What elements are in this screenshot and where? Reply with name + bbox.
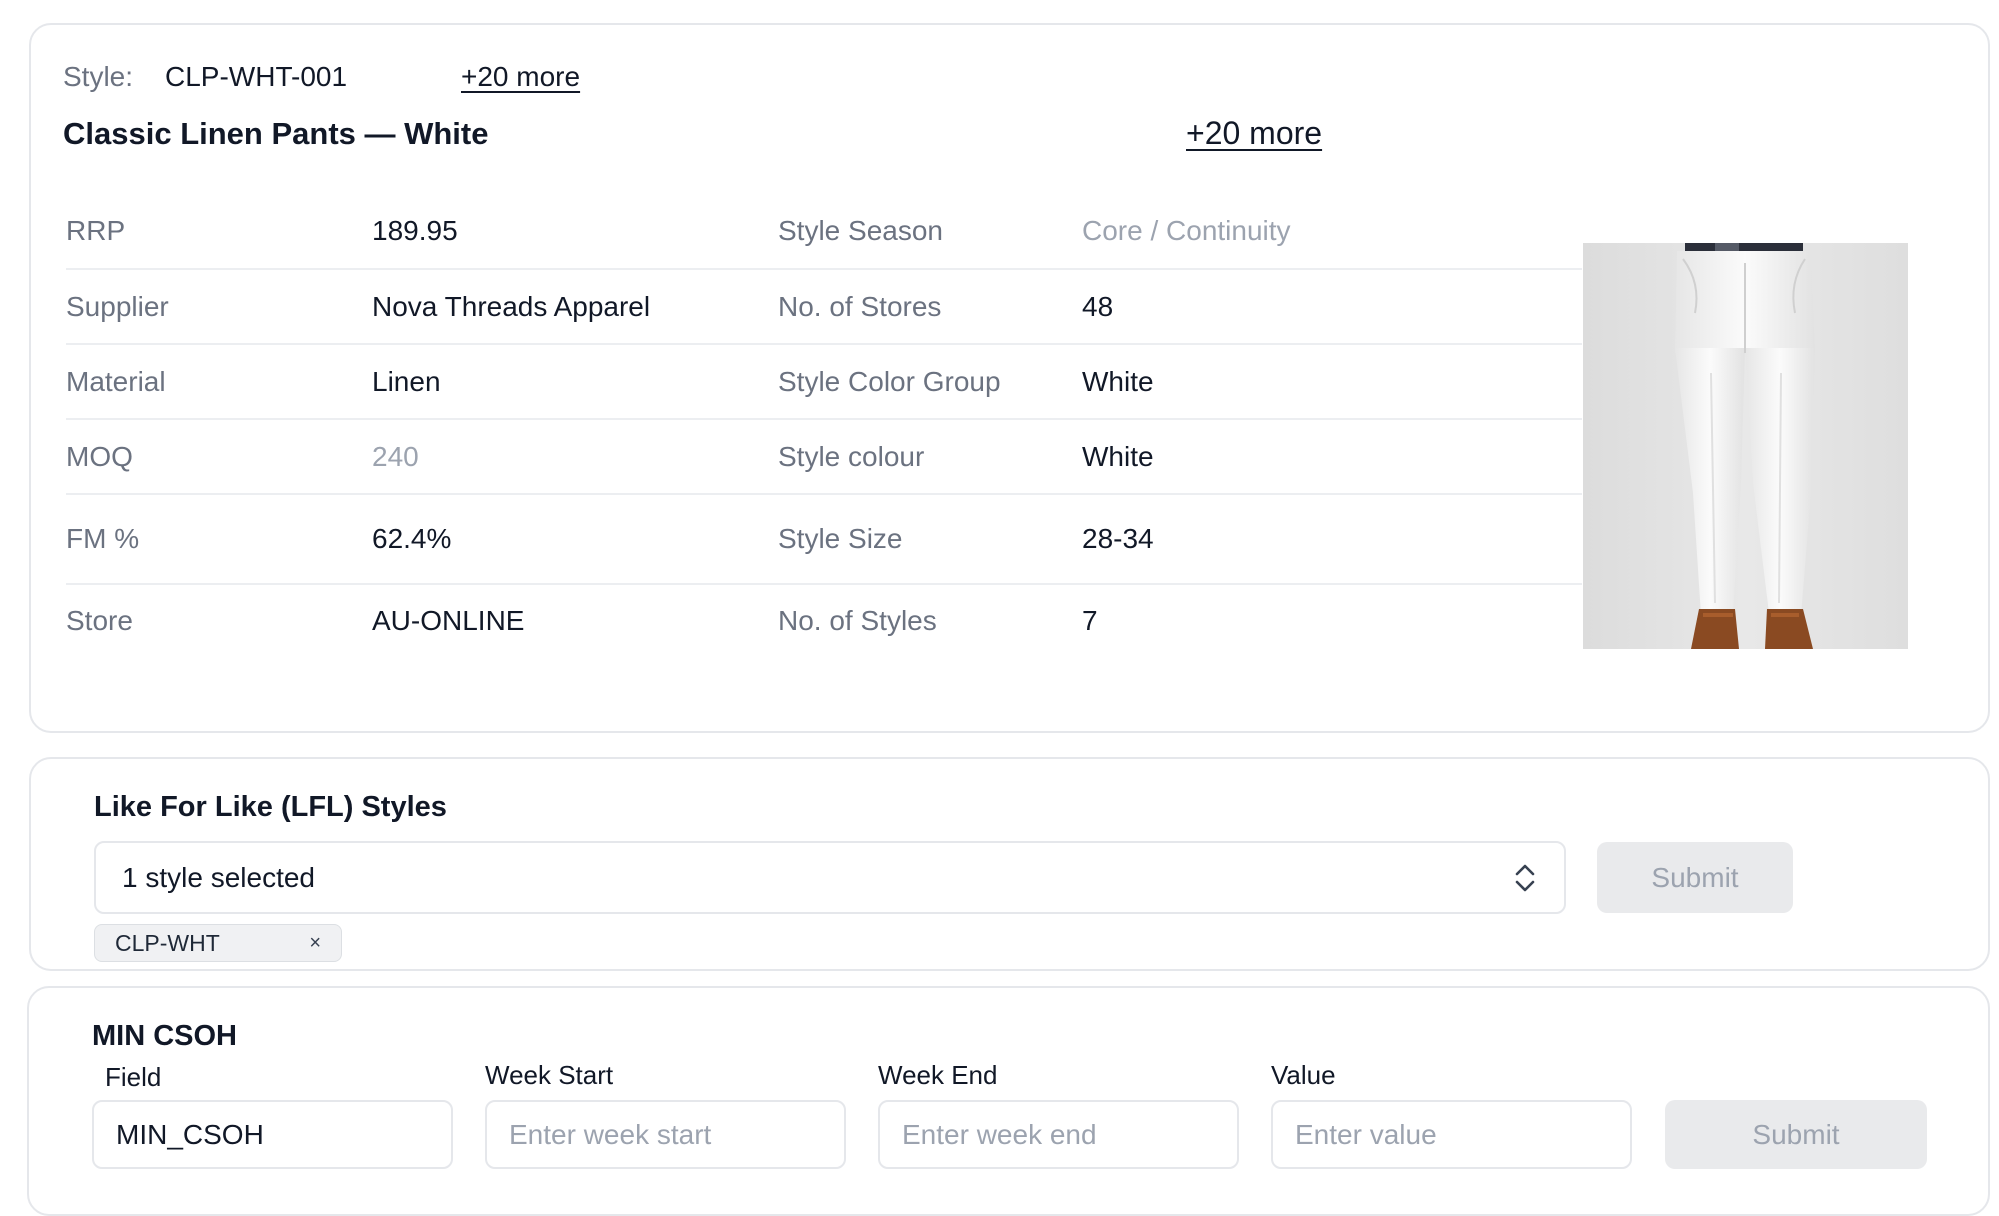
min-csoh-card: MIN CSOH Field Week Start Week End Value… bbox=[27, 986, 1990, 1216]
attr-label: No. of Stores bbox=[778, 290, 942, 322]
lfl-card: Like For Like (LFL) Styles 1 style selec… bbox=[29, 757, 1990, 971]
value-label: Value bbox=[1271, 1060, 1336, 1090]
pants-illustration bbox=[1583, 243, 1908, 649]
style-line: Style: CLP-WHT-001 +20 more bbox=[63, 61, 580, 93]
attr-label: Style Size bbox=[778, 523, 903, 554]
select-value: 1 style selected bbox=[122, 861, 315, 893]
lfl-submit-button[interactable]: Submit bbox=[1597, 842, 1793, 913]
attr-label: Material bbox=[66, 365, 166, 397]
attr-value: AU-ONLINE bbox=[372, 605, 525, 636]
attr-value: White bbox=[1082, 440, 1154, 472]
title-line: Classic Linen Pants — White +20 more bbox=[63, 115, 1363, 152]
week-start-label: Week Start bbox=[485, 1060, 614, 1090]
attr-label: Style Color Group bbox=[778, 365, 1001, 397]
style-code: CLP-WHT-001 bbox=[165, 61, 348, 92]
field-input[interactable] bbox=[92, 1100, 453, 1169]
attr-label: MOQ bbox=[66, 440, 133, 472]
attr-value: 28-34 bbox=[1082, 523, 1154, 554]
product-card: Style: CLP-WHT-001 +20 more Classic Line… bbox=[29, 23, 1990, 733]
lfl-style-select[interactable]: 1 style selected bbox=[94, 841, 1566, 914]
attr-label: Style colour bbox=[778, 440, 925, 472]
selected-style-chip: CLP-WHT × bbox=[94, 924, 342, 962]
attr-value: 48 bbox=[1082, 290, 1114, 322]
table-row: Store AU-ONLINE No. of Styles 7 bbox=[66, 585, 1582, 657]
chip-label: CLP-WHT bbox=[115, 929, 220, 956]
attr-label: Style Season bbox=[778, 214, 943, 246]
attr-label: Supplier bbox=[66, 290, 169, 322]
attr-value: 7 bbox=[1082, 605, 1098, 636]
close-icon[interactable]: × bbox=[309, 932, 321, 955]
attribute-table: RRP 189.95 Style Season Core / Continuit… bbox=[66, 193, 1582, 657]
attr-value: Nova Threads Apparel bbox=[372, 290, 651, 322]
value-input[interactable] bbox=[1271, 1100, 1632, 1169]
table-row: FM % 62.4% Style Size 28-34 bbox=[66, 495, 1582, 585]
attr-value: Linen bbox=[372, 365, 441, 397]
table-row: Supplier Nova Threads Apparel No. of Sto… bbox=[66, 270, 1582, 345]
week-start-input[interactable] bbox=[485, 1100, 846, 1169]
style-label: Style: bbox=[63, 61, 134, 92]
min-csoh-submit-button[interactable]: Submit bbox=[1665, 1100, 1927, 1169]
week-end-label: Week End bbox=[878, 1060, 998, 1090]
more-link-title[interactable]: +20 more bbox=[1186, 115, 1322, 152]
product-title: Classic Linen Pants — White bbox=[63, 116, 489, 151]
product-image bbox=[1583, 243, 1908, 649]
table-row: RRP 189.95 Style Season Core / Continuit… bbox=[66, 193, 1582, 270]
lfl-title: Like For Like (LFL) Styles bbox=[94, 791, 447, 823]
attr-value: 189.95 bbox=[372, 214, 458, 246]
field-label: Field bbox=[105, 1062, 162, 1092]
attr-label: RRP bbox=[66, 214, 126, 246]
attr-value: Core / Continuity bbox=[1082, 214, 1291, 246]
attr-label: Store bbox=[66, 605, 133, 636]
attr-value: 62.4% bbox=[372, 523, 452, 554]
attr-value: 240 bbox=[372, 440, 419, 472]
table-row: Material Linen Style Color Group White bbox=[66, 345, 1582, 420]
more-link-style[interactable]: +20 more bbox=[461, 61, 580, 93]
table-row: MOQ 240 Style colour White bbox=[66, 420, 1582, 495]
min-csoh-title: MIN CSOH bbox=[92, 1020, 237, 1052]
attr-value: White bbox=[1082, 365, 1154, 397]
attr-label: No. of Styles bbox=[778, 605, 937, 636]
chevron-up-down-icon bbox=[1515, 864, 1535, 891]
attr-label: FM % bbox=[66, 523, 140, 554]
week-end-input[interactable] bbox=[878, 1100, 1239, 1169]
